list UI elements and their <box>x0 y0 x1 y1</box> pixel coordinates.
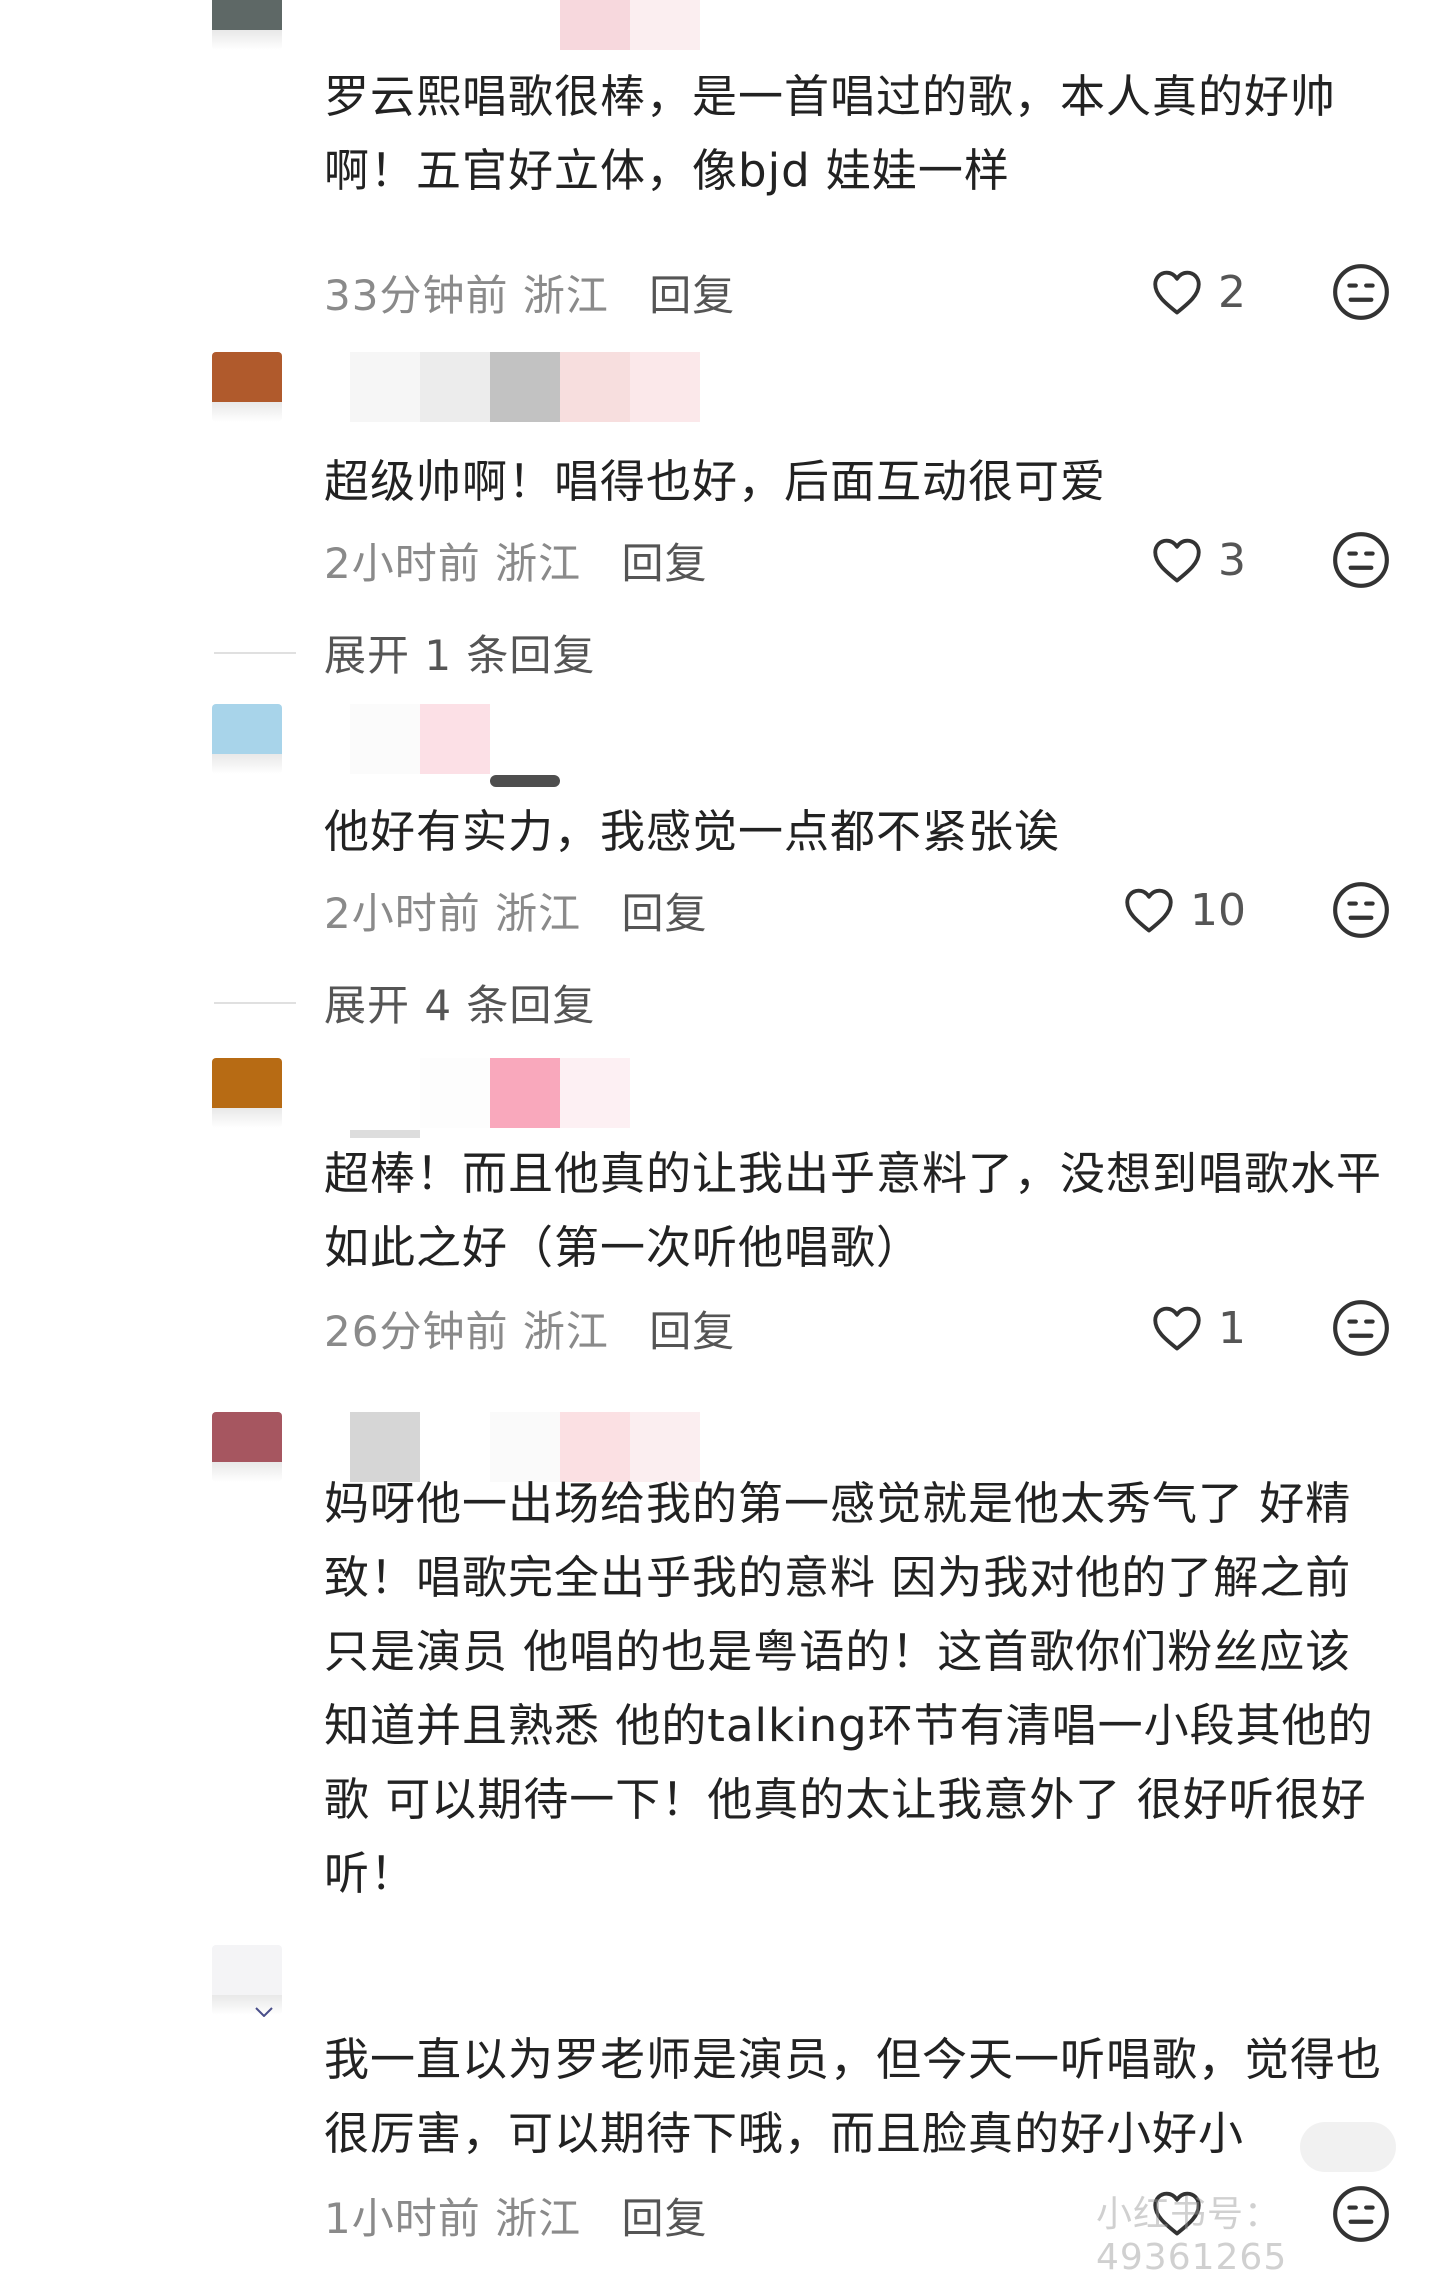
heart-icon <box>1125 888 1173 933</box>
comment-meta: 1小时前 浙江 回复 <box>324 2185 707 2246</box>
comment-meta: 2小时前 浙江 回复 <box>324 530 707 591</box>
comment-time: 26分钟前 <box>324 1307 509 1356</box>
comment-text: 我一直以为罗老师是演员，但今天一听唱歌，觉得也很厉害，可以期待下哦，而且脸真的好… <box>324 2033 1383 2160</box>
comment-time: 2小时前 <box>324 539 481 588</box>
comment-meta: 33分钟前 浙江 回复 <box>324 262 735 323</box>
comment-meta: 26分钟前 浙江 回复 <box>324 1298 735 1359</box>
comment-text: 罗云熙唱歌很棒，是一首唱过的歌，本人真的好帅啊！五官好立体，像bjd 娃娃一样 <box>324 70 1337 197</box>
avatar[interactable] <box>212 1412 282 1482</box>
avatar[interactable] <box>212 704 282 774</box>
avatar[interactable] <box>212 352 282 422</box>
comment-location: 浙江 <box>522 271 609 320</box>
like-button[interactable]: 10 <box>1120 875 1246 945</box>
watermark-badge <box>1300 2122 1396 2172</box>
reply-button[interactable]: 回复 <box>621 889 707 938</box>
comment-meta: 2小时前 浙江 回复 <box>324 880 707 941</box>
reply-button[interactable]: 回复 <box>649 271 735 320</box>
reply-button[interactable]: 回复 <box>621 539 707 588</box>
like-button[interactable]: 2 <box>1148 257 1246 327</box>
like-count: 3 <box>1218 534 1246 586</box>
comment-location: 浙江 <box>495 539 582 588</box>
comment-text: 超棒！而且他真的让我出乎意料了，没想到唱歌水平如此之好（第一次听他唱歌） <box>324 1147 1383 1274</box>
like-button[interactable]: 1 <box>1148 1293 1246 1363</box>
expand-replies-label: 展开 1 条回复 <box>324 631 596 680</box>
username[interactable] <box>350 352 700 422</box>
heart-icon <box>1153 270 1201 315</box>
avatar[interactable] <box>212 1058 282 1128</box>
username[interactable] <box>560 0 700 50</box>
comment-time: 2小时前 <box>324 889 481 938</box>
username[interactable] <box>350 704 490 774</box>
comment-time: 1小时前 <box>324 2194 481 2243</box>
comment-text: 超级帅啊！唱得也好，后面互动很可爱 <box>324 455 1107 508</box>
comment-text: 妈呀他一出场给我的第一感觉就是他太秀气了 好精致！唱歌完全出乎我的意料 因为我对… <box>324 1477 1374 1900</box>
like-button[interactable]: 3 <box>1148 525 1246 595</box>
avatar-fill <box>212 0 282 30</box>
comment-text: 他好有实力，我感觉一点都不紧张诶 <box>324 805 1061 858</box>
heart-icon <box>1153 1306 1201 1351</box>
expand-replies-label: 展开 4 条回复 <box>324 981 596 1030</box>
meh-face-icon[interactable] <box>1330 261 1392 323</box>
like-count: 10 <box>1190 884 1246 936</box>
reply-button[interactable]: 回复 <box>621 2194 707 2243</box>
expand-replies-button[interactable]: 展开 1 条回复 <box>214 622 595 683</box>
like-count: 1 <box>1218 1302 1246 1354</box>
reply-button[interactable]: 回复 <box>649 1307 735 1356</box>
comment-location: 浙江 <box>522 1307 609 1356</box>
avatar[interactable] <box>212 0 282 50</box>
meh-face-icon[interactable] <box>1330 1297 1392 1359</box>
heart-icon <box>1153 538 1201 583</box>
meh-face-icon[interactable] <box>1330 879 1392 941</box>
like-count: 2 <box>1218 266 1246 318</box>
expand-replies-button[interactable]: 展开 4 条回复 <box>214 972 595 1033</box>
meh-face-icon[interactable] <box>1330 529 1392 591</box>
avatar-badge <box>255 2002 273 2018</box>
comment-location: 浙江 <box>495 2194 582 2243</box>
comment-location: 浙江 <box>495 889 582 938</box>
username[interactable] <box>420 1058 630 1128</box>
watermark: 小红书号：49361265 <box>1096 2194 1288 2278</box>
comment-time: 33分钟前 <box>324 271 509 320</box>
